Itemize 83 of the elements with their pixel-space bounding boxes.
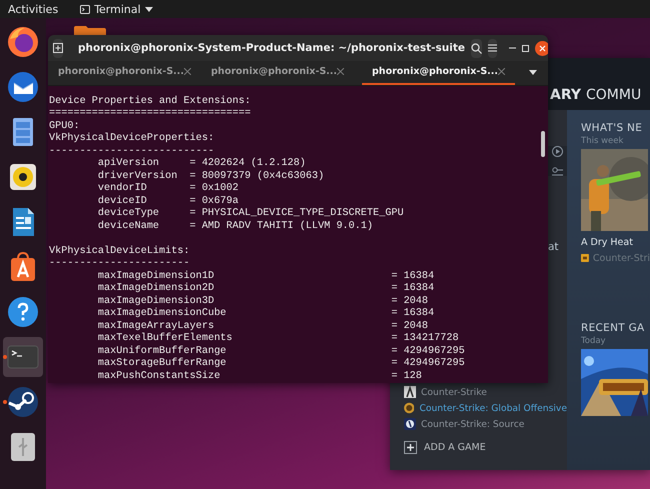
property-name: deviceType (98, 208, 160, 219)
terminal-tab[interactable]: phoronix@phoronix-S... (201, 61, 354, 84)
help-icon (6, 295, 40, 329)
search-icon (470, 42, 482, 54)
caret-icon (144, 6, 153, 12)
play-icon[interactable] (552, 146, 563, 157)
window-title: phoronix@phoronix-System-Product-Name: ~/phoronix-test-suite (78, 42, 465, 54)
terminal-line: --------------------------- (49, 146, 214, 158)
close-button[interactable] (534, 38, 548, 58)
property-value: = 16384 (391, 308, 434, 320)
terminal-tab[interactable]: phoronix@phoronix-S... (48, 61, 201, 84)
property-value: = 0x679a (190, 196, 239, 208)
property-name: maxImageDimension1D (98, 270, 214, 282)
game-name: Counter-Stri (592, 252, 650, 264)
game-icon (581, 252, 589, 264)
property-value: = 0x1002 (190, 183, 239, 196)
nav-link[interactable]: COMMU (586, 87, 642, 103)
app-menu[interactable]: Terminal (80, 2, 153, 16)
caret-icon (529, 70, 537, 76)
game-icon (404, 418, 416, 430)
close-tab-icon[interactable] (498, 68, 505, 76)
scrollbar[interactable] (541, 130, 545, 156)
property-name: maxImageArrayLayers (98, 320, 214, 332)
property-name: maxImageDimension3D (98, 296, 214, 306)
menu-icon (488, 44, 497, 52)
game-list-item[interactable]: Counter-Strike (404, 385, 567, 399)
property-name: maxStorageBufferRange (98, 358, 226, 369)
terminal-line: VkPhysicalDeviceProperties: (49, 133, 214, 146)
terminal-line: GPU0: (49, 120, 80, 132)
property-name: maxImageDimension2D (98, 283, 214, 294)
property-name: vendorID (98, 183, 147, 194)
property-value: = 2048 (391, 296, 428, 308)
property-value: = 4202624 (1.2.128) (190, 158, 306, 170)
property-name: maxImageDimensionCube (98, 308, 226, 319)
property-name: maxTexelBufferElements (98, 333, 232, 344)
menu-button[interactable] (488, 38, 497, 58)
property-value: = PHYSICAL_DEVICE_TYPE_DISCRETE_GPU (190, 208, 404, 220)
plus-icon (404, 441, 417, 454)
property-value: = 16384 (391, 283, 434, 296)
activities-button[interactable]: Activities (8, 2, 58, 16)
property-value: = 80097379 (0x4c63063) (190, 170, 324, 183)
search-button[interactable] (470, 38, 482, 58)
game-title: at (548, 241, 560, 253)
browser-icon (6, 25, 40, 59)
section-title: RECENT GA (581, 322, 646, 334)
terminal-line: VkPhysicalDeviceLimits: (49, 246, 190, 258)
terminal-line: ================================= (49, 108, 251, 120)
terminal-icon (80, 4, 90, 14)
game-icon (404, 386, 416, 398)
property-name: apiVersion (98, 158, 160, 169)
property-value: = 16384 (391, 270, 434, 283)
new-tab-button[interactable] (53, 38, 63, 58)
terminal-line: ----------------------- (49, 258, 190, 270)
game-list-item[interactable]: Counter-Strike: Global Offensive (404, 401, 567, 415)
game-icon (404, 402, 414, 414)
mail-icon (6, 70, 40, 104)
steam-icon (6, 385, 40, 419)
property-value: = 134217728 (391, 333, 459, 346)
news-title[interactable]: A Dry Heat (581, 237, 650, 248)
property-name: deviceName (98, 220, 160, 232)
close-tab-icon[interactable] (184, 68, 191, 76)
section-subtitle: This week (581, 136, 624, 146)
property-value: = AMD RADV TAHITI (LLVM 9.0.1) (190, 220, 373, 233)
close-tab-icon[interactable] (337, 68, 344, 76)
property-name: maxPushConstantsSize (98, 370, 220, 382)
new-tab-icon (53, 43, 63, 54)
property-name: maxUniformBufferRange (98, 346, 226, 356)
close-icon (534, 40, 548, 56)
property-value: = 4294967295 (391, 346, 465, 358)
terminal-line: Device Properties and Extensions: (49, 96, 251, 108)
property-name: deviceID (98, 196, 147, 206)
terminal-tab[interactable]: phoronix@phoronix-S... (362, 61, 515, 84)
add-game-button[interactable]: ADD A GAME (404, 441, 567, 454)
section-title: WHAT'S NE (581, 122, 644, 134)
property-value: = 4294967295 (391, 358, 465, 370)
minimize-icon (508, 47, 516, 50)
game-list-item[interactable]: Counter-Strike: Source (404, 417, 567, 431)
section-subtitle: Today (581, 336, 607, 346)
property-name: driverVersion (98, 170, 178, 182)
property-value: = 2048 (391, 320, 428, 333)
maximize-icon (522, 44, 529, 52)
property-value: = 128 (391, 370, 422, 383)
nav-link[interactable]: ARY (550, 87, 581, 103)
